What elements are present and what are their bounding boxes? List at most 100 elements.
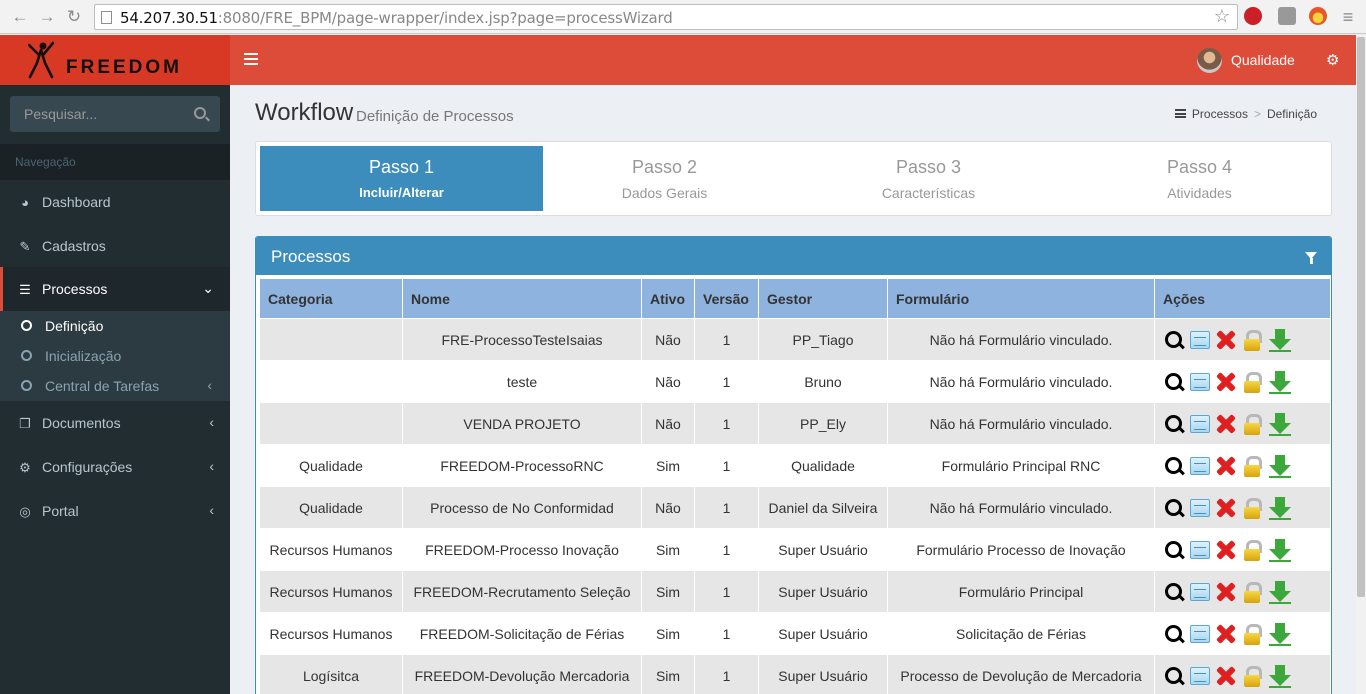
reload-icon[interactable]: ↻ [64, 7, 84, 27]
lock-icon[interactable] [1242, 581, 1264, 603]
download-icon[interactable] [1269, 370, 1291, 394]
search-input[interactable]: Pesquisar... [10, 96, 220, 132]
user-name[interactable]: Qualidade [1231, 52, 1295, 68]
download-icon[interactable] [1269, 412, 1291, 436]
delete-icon[interactable] [1215, 497, 1237, 519]
delete-icon[interactable] [1215, 665, 1237, 687]
wizard-step-1[interactable]: Passo 1 Incluir/Alterar [260, 146, 543, 211]
wizard-step-2[interactable]: Passo 2 Dados Gerais [523, 146, 806, 211]
logo[interactable]: FREEDOM [0, 35, 230, 85]
lock-icon[interactable] [1242, 455, 1264, 477]
submenu-item-inicializacao[interactable]: Inicialização [0, 341, 230, 371]
edit-icon[interactable] [1190, 540, 1210, 559]
filter-icon[interactable] [1305, 252, 1317, 264]
sidebar-item-processos[interactable]: ☰ Processos ⌄ [0, 267, 230, 311]
edit-icon[interactable] [1190, 372, 1210, 391]
column-header-nome[interactable]: Nome [402, 278, 642, 319]
delete-icon[interactable] [1215, 413, 1237, 435]
search-icon[interactable] [194, 107, 206, 119]
cell-categoria [259, 402, 403, 445]
extension-flame-icon[interactable] [1309, 7, 1327, 25]
back-icon[interactable]: ← [10, 7, 30, 27]
cell-nome: FRE-ProcessoTesteIsaias [402, 318, 642, 361]
cell-formulario: Não há Formulário vinculado. [887, 402, 1155, 445]
sidebar-item-label: Processos [42, 281, 108, 297]
circle-icon [21, 350, 32, 361]
avatar[interactable] [1197, 48, 1222, 73]
breadcrumb-item-processos[interactable]: Processos [1192, 107, 1248, 121]
edit-icon[interactable] [1190, 624, 1210, 643]
edit-icon[interactable] [1190, 666, 1210, 685]
sidebar-item-configuracoes[interactable]: ⚙ Configurações ‹ [0, 445, 230, 489]
pencil-icon: ✎ [19, 239, 31, 254]
step-label: Incluir/Alterar [359, 185, 444, 200]
cell-nome: FREEDOM-Recrutamento Seleção [402, 570, 642, 613]
download-icon[interactable] [1269, 538, 1291, 562]
download-icon[interactable] [1269, 496, 1291, 520]
lock-icon[interactable] [1242, 413, 1264, 435]
column-header-ativo[interactable]: Ativo [641, 278, 695, 319]
delete-icon[interactable] [1215, 371, 1237, 393]
download-icon[interactable] [1269, 622, 1291, 646]
sidebar-item-portal[interactable]: ◎ Portal ‹ [0, 489, 230, 533]
step-number: Passo 4 [1166, 157, 1233, 177]
address-bar[interactable]: 54.207.30.51:8080/FRE_BPM/page-wrapper/i… [94, 4, 1238, 30]
extension-icon[interactable] [1278, 7, 1296, 25]
column-header-categoria[interactable]: Categoria [259, 278, 403, 319]
delete-icon[interactable] [1215, 329, 1237, 351]
forward-icon[interactable]: → [37, 7, 57, 27]
delete-icon[interactable] [1215, 623, 1237, 645]
search-icon[interactable] [1163, 539, 1185, 561]
cell-ativo: Sim [641, 570, 695, 613]
lock-icon[interactable] [1242, 623, 1264, 645]
column-header-versao[interactable]: Versão [694, 278, 759, 319]
step-number: Passo 1 [368, 157, 435, 177]
edit-icon[interactable] [1190, 414, 1210, 433]
lock-icon[interactable] [1242, 539, 1264, 561]
cell-formulario: Processo de Devolução de Mercadoria [887, 654, 1155, 694]
column-header-formulario[interactable]: Formulário [887, 278, 1155, 319]
edit-icon[interactable] [1190, 456, 1210, 475]
pinterest-extension-icon[interactable] [1244, 7, 1262, 25]
delete-icon[interactable] [1215, 581, 1237, 603]
search-icon[interactable] [1163, 371, 1185, 393]
sidebar-toggle-icon[interactable] [244, 53, 258, 65]
wizard-step-3[interactable]: Passo 3 Características [787, 146, 1070, 211]
sidebar-item-dashboard[interactable]: ◕ Dashboard [0, 180, 230, 224]
search-icon[interactable] [1163, 497, 1185, 519]
lock-icon[interactable] [1242, 329, 1264, 351]
lock-icon[interactable] [1242, 371, 1264, 393]
lock-icon[interactable] [1242, 497, 1264, 519]
browser-menu-icon[interactable]: ≡ [1338, 7, 1358, 27]
cell-ativo: Não [641, 360, 695, 403]
download-icon[interactable] [1269, 664, 1291, 688]
cell-ativo: Não [641, 486, 695, 529]
search-icon[interactable] [1163, 581, 1185, 603]
page-scrollbar[interactable] [1356, 35, 1366, 694]
sidebar-item-label: Cadastros [42, 238, 106, 254]
bookmark-star-icon[interactable]: ☆ [1214, 6, 1230, 27]
search-icon[interactable] [1163, 665, 1185, 687]
cogs-icon[interactable]: ⚙ [1326, 51, 1339, 69]
download-icon[interactable] [1269, 580, 1291, 604]
delete-icon[interactable] [1215, 539, 1237, 561]
search-icon[interactable] [1163, 413, 1185, 435]
scrollbar-thumb[interactable] [1357, 37, 1365, 597]
submenu-item-definicao[interactable]: Definição [0, 311, 230, 341]
delete-icon[interactable] [1215, 455, 1237, 477]
edit-icon[interactable] [1190, 498, 1210, 517]
search-icon[interactable] [1163, 329, 1185, 351]
download-icon[interactable] [1269, 454, 1291, 478]
edit-icon[interactable] [1190, 330, 1210, 349]
column-header-gestor[interactable]: Gestor [758, 278, 888, 319]
submenu-item-central-de-tarefas[interactable]: Central de Tarefas ‹ [0, 371, 230, 401]
sidebar-item-documentos[interactable]: ❐ Documentos ‹ [0, 401, 230, 445]
sidebar-item-cadastros[interactable]: ✎ Cadastros [0, 224, 230, 268]
table-row: FRE-ProcessoTesteIsaias Não 1 PP_Tiago Não h… [259, 318, 1331, 361]
lock-icon[interactable] [1242, 665, 1264, 687]
download-icon[interactable] [1269, 328, 1291, 352]
wizard-step-4[interactable]: Passo 4 Atividades [1058, 146, 1341, 211]
search-icon[interactable] [1163, 623, 1185, 645]
edit-icon[interactable] [1190, 582, 1210, 601]
search-icon[interactable] [1163, 455, 1185, 477]
